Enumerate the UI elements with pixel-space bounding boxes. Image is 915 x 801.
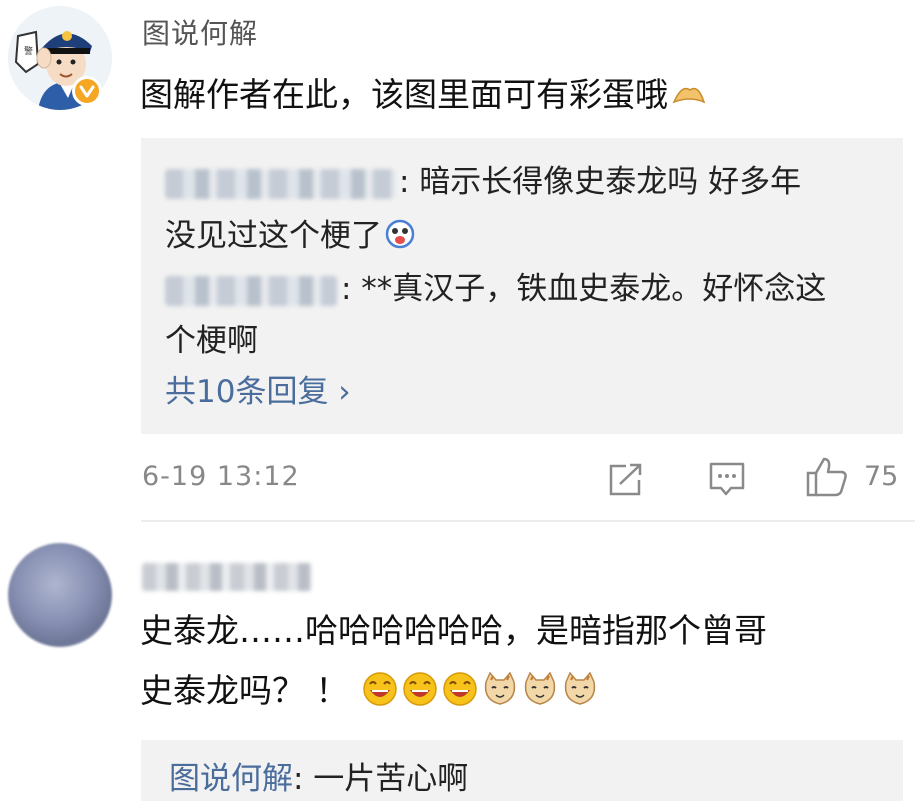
reply-text: : 暗示长得像史泰龙吗 好多年 [399, 164, 802, 200]
reply-line: 图说何解: 一片苦心啊 [169, 753, 468, 798]
like-icon[interactable] [804, 455, 850, 503]
blurred-username [165, 275, 337, 306]
blurred-username[interactable] [142, 563, 312, 591]
comment-author[interactable]: 图说何解 [142, 12, 258, 52]
reply-author[interactable]: 图说何解 [169, 761, 293, 797]
svg-text:警: 警 [24, 45, 33, 57]
share-icon[interactable] [606, 462, 646, 502]
divider [141, 520, 915, 522]
comment-text-content: 图解作者在此，该图里面可有彩蛋哦 [140, 75, 668, 114]
blurred-username [165, 168, 395, 199]
laugh-emoji-icon [361, 670, 399, 716]
reply-box[interactable]: : 暗示长得像史泰龙吗 好多年 没见过这个梗了 : **真汉子，铁血史泰龙。好怀… [141, 138, 903, 434]
comment-text: 史泰龙吗？ ！ [140, 664, 599, 716]
reply-box[interactable]: 图说何解: 一片苦心啊 [141, 740, 903, 801]
pray-hands-emoji-icon [670, 77, 706, 116]
more-replies-link[interactable]: 共10条回复 › [165, 366, 351, 411]
reply-line: 没见过这个梗了 [165, 210, 416, 258]
reply-text: : **真汉子，铁血史泰龙。好怀念这 [341, 271, 827, 307]
reply-text: : 一片苦心啊 [293, 761, 469, 797]
avatar[interactable] [8, 543, 112, 647]
reply-line: : **真汉子，铁血史泰龙。好怀念这 [165, 263, 826, 308]
comment-text-content: 史泰龙吗？ ！ [140, 671, 349, 710]
comment-text: 图解作者在此，该图里面可有彩蛋哦 [140, 68, 706, 116]
reply-text: 没见过这个梗了 [165, 218, 382, 254]
cat-emoji-icon [521, 670, 559, 716]
reply-line: 个梗啊 [165, 315, 258, 360]
reply-line: : 暗示长得像史泰龙吗 好多年 [165, 156, 801, 201]
cat-emoji-icon [481, 670, 519, 716]
laugh-emoji-icon [441, 670, 479, 716]
comment-text: 史泰龙……哈哈哈哈哈哈，是暗指那个曾哥 [140, 611, 767, 650]
shocked-face-emoji-icon [384, 218, 416, 258]
reply-text: 个梗啊 [165, 323, 258, 359]
verified-badge-icon [72, 76, 102, 106]
laugh-emoji-icon [401, 670, 439, 716]
comment-icon[interactable] [707, 460, 747, 502]
cat-emoji-icon [561, 670, 599, 716]
like-count: 75 [864, 461, 899, 492]
comment-timestamp: 6-19 13:12 [142, 461, 300, 492]
